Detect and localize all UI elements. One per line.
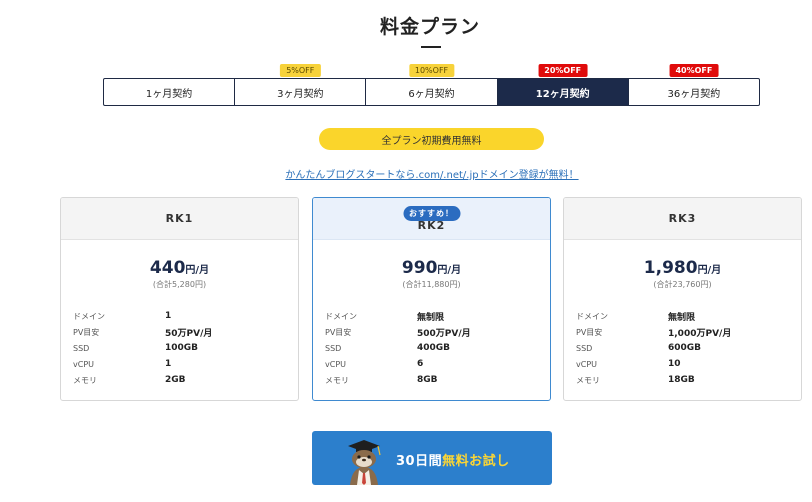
title-underline	[421, 46, 441, 48]
spec-key: ドメイン	[325, 311, 357, 321]
spec-value: 10	[668, 359, 681, 369]
discount-badge: 40%OFF	[669, 64, 719, 77]
spec-value: 500万PV/月	[417, 328, 471, 339]
tab-36-months[interactable]: 40%OFF 36ヶ月契約	[629, 64, 759, 105]
tab-label: 12ヶ月契約	[535, 88, 590, 100]
spec-row: ドメイン 無制限	[576, 308, 801, 324]
spec-row: SSD 100GB	[73, 340, 298, 356]
spec-value: 2GB	[165, 375, 186, 385]
spec-row: SSD 400GB	[325, 340, 550, 356]
tab-label: 36ヶ月契約	[667, 88, 721, 100]
spec-value: 100GB	[165, 343, 199, 353]
price-unit: 円/月	[437, 265, 462, 276]
tab-label: 6ヶ月契約	[408, 88, 455, 100]
price-amount: 1,980	[643, 258, 698, 278]
plan-price: 1,980円/月	[564, 258, 801, 278]
free-trial-label: 30日間無料お試し	[396, 450, 510, 469]
plan-name: RK1	[165, 212, 194, 225]
spec-row: SSD 600GB	[576, 340, 801, 356]
tab-6-months[interactable]: 10%OFF 6ヶ月契約	[366, 64, 498, 105]
spec-row: ドメイン 1	[73, 308, 298, 324]
spec-value: 400GB	[417, 343, 451, 353]
spec-value: 1	[165, 311, 172, 321]
discount-badge: 10%OFF	[408, 64, 455, 77]
spec-row: PV目安 50万PV/月	[73, 324, 298, 340]
plan-card-header: おすすめ！ RK2	[313, 198, 550, 240]
recommend-badge: おすすめ！	[403, 206, 460, 221]
spec-list: ドメイン 無制限 PV目安 1,000万PV/月 SSD 600GB vCPU 10 メ…	[564, 308, 801, 388]
free-trial-button[interactable]: 30日間無料お試し	[312, 431, 552, 485]
cta-highlight: 無料お試し	[442, 454, 510, 469]
plan-card-rk3: RK3 1,980円/月 (合計23,760円) ドメイン 無制限 PV目安 1,0…	[563, 197, 802, 401]
cta-prefix: 30日間	[396, 454, 443, 469]
spec-key: メモリ	[576, 375, 600, 385]
free-setup-banner: 全プラン初期費用無料	[319, 128, 544, 150]
spec-row: vCPU 10	[576, 356, 801, 372]
spec-key: メモリ	[73, 375, 97, 385]
spec-key: PV目安	[576, 327, 603, 337]
price-total: (合計5,280円)	[152, 280, 207, 289]
spec-key: PV目安	[325, 327, 352, 337]
spec-row: vCPU 1	[73, 356, 298, 372]
spec-key: SSD	[73, 343, 90, 353]
tab-1-month[interactable]: 1ヶ月契約	[104, 79, 236, 105]
plan-card-header: RK3	[564, 198, 801, 240]
plan-price: 990円/月	[313, 258, 550, 278]
spec-value: 50万PV/月	[165, 328, 213, 339]
tab-label: 1ヶ月契約	[145, 88, 193, 100]
spec-value: 18GB	[668, 375, 695, 385]
spec-key: SSD	[325, 343, 342, 353]
spec-key: vCPU	[73, 359, 94, 369]
plan-price: 440円/月	[61, 258, 298, 278]
plan-card-header: RK1	[61, 198, 298, 240]
spec-value: 6	[417, 359, 424, 369]
page-title: 料金プラン	[379, 16, 480, 38]
spec-value: 600GB	[668, 343, 702, 353]
spec-row: vCPU 6	[325, 356, 550, 372]
spec-value: 8GB	[417, 375, 438, 385]
spec-row: ドメイン 無制限	[325, 308, 550, 324]
discount-badge: 20%OFF	[538, 64, 588, 77]
spec-key: メモリ	[325, 375, 349, 385]
spec-row: メモリ 8GB	[325, 372, 550, 388]
spec-row: メモリ 2GB	[73, 372, 298, 388]
spec-value: 1,000万PV/月	[668, 328, 732, 339]
spec-key: ドメイン	[576, 311, 608, 321]
plan-name: RK3	[668, 212, 697, 225]
price-amount: 440	[149, 258, 186, 278]
otter-mascot-icon	[348, 440, 381, 485]
discount-badge: 5%OFF	[280, 64, 321, 77]
price-total: (合計23,760円)	[653, 280, 712, 289]
spec-key: vCPU	[576, 359, 597, 369]
tab-12-months[interactable]: 20%OFF 12ヶ月契約	[497, 64, 629, 105]
price-total: (合計11,880円)	[402, 280, 461, 289]
spec-key: vCPU	[325, 359, 346, 369]
spec-value: 1	[165, 359, 172, 369]
spec-value: 無制限	[668, 312, 696, 323]
spec-key: PV目安	[73, 327, 100, 337]
spec-key: ドメイン	[73, 311, 105, 321]
spec-row: PV目安 500万PV/月	[325, 324, 550, 340]
tab-3-months[interactable]: 5%OFF 3ヶ月契約	[235, 64, 367, 105]
spec-key: SSD	[576, 343, 593, 353]
tab-label: 3ヶ月契約	[277, 88, 324, 100]
price-amount: 990	[401, 258, 438, 278]
plan-card-rk1: RK1 440円/月 (合計5,280円) ドメイン 1 PV目安 50万PV/月 …	[60, 197, 299, 401]
spec-list: ドメイン 無制限 PV目安 500万PV/月 SSD 400GB vCPU 6 メモリ 8…	[313, 308, 550, 388]
spec-row: メモリ 18GB	[576, 372, 801, 388]
contract-period-tabs: 1ヶ月契約 5%OFF 3ヶ月契約 10%OFF 6ヶ月契約 20%OFF 12…	[103, 64, 760, 106]
spec-list: ドメイン 1 PV目安 50万PV/月 SSD 100GB vCPU 1 メモリ 2GB	[61, 308, 298, 388]
spec-row: PV目安 1,000万PV/月	[576, 324, 801, 340]
price-unit: 円/月	[185, 265, 210, 276]
price-unit: 円/月	[697, 265, 722, 276]
spec-value: 無制限	[417, 312, 445, 323]
free-domain-link[interactable]: かんたんブログスタートなら.com/.net/.jpドメイン登録が無料！	[0, 166, 812, 181]
plan-card-rk2: おすすめ！ RK2 990円/月 (合計11,880円) ドメイン 無制限 PV目…	[312, 197, 551, 401]
